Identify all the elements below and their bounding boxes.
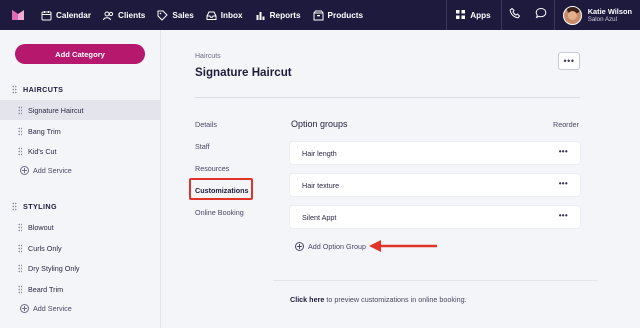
drag-handle-icon[interactable] <box>18 126 22 136</box>
service-item[interactable]: Beard Trim <box>0 279 160 299</box>
reorder-link[interactable]: Reorder <box>553 120 579 129</box>
preview-link[interactable]: Click here <box>290 295 324 304</box>
nav-clients-label: Clients <box>118 10 146 20</box>
add-service-button[interactable]: Add Service <box>20 166 72 175</box>
plus-circle-icon <box>20 304 29 313</box>
top-nav: Calendar Clients Sales Inbox Reports Pro… <box>0 0 640 30</box>
nav-inbox-label: Inbox <box>220 10 243 20</box>
add-service-label: Add Service <box>33 166 72 175</box>
services-sidebar: Add Category HAIRCUTS Signature Haircut … <box>0 30 160 328</box>
more-options-button[interactable]: ••• <box>558 52 580 70</box>
phone-button[interactable] <box>502 0 528 30</box>
nav-calendar[interactable]: Calendar <box>35 0 97 30</box>
subnav-online-booking[interactable]: Online Booking <box>195 208 244 217</box>
drag-handle-icon[interactable] <box>18 105 22 115</box>
header-divider <box>195 97 580 98</box>
category-name: HAIRCUTS <box>23 85 64 94</box>
app-logo[interactable] <box>11 8 25 22</box>
annotation-arrow-icon <box>369 240 437 252</box>
subnav-details[interactable]: Details <box>195 120 217 129</box>
service-name: Signature Haircut <box>28 105 84 115</box>
avatar <box>562 5 582 25</box>
service-item[interactable]: Curls Only <box>0 238 160 258</box>
nav-products[interactable]: Products <box>307 0 370 30</box>
option-group-name: Silent Appt <box>302 212 337 222</box>
user-business: Salon Azul <box>587 15 617 23</box>
nav-products-label: Products <box>327 10 364 20</box>
option-group-name: Hair texture <box>302 180 340 190</box>
row-menu-icon[interactable]: ••• <box>559 179 568 188</box>
row-menu-icon[interactable]: ••• <box>559 147 568 156</box>
grid-icon <box>455 9 466 22</box>
category-name: STYLING <box>23 202 57 211</box>
nav-sales-label: Sales <box>172 10 194 20</box>
option-group-row[interactable]: Hair texture ••• <box>290 174 580 196</box>
add-category-button[interactable]: Add Category <box>15 44 145 64</box>
category-header-haircuts[interactable]: HAIRCUTS <box>12 85 63 94</box>
add-service-label: Add Service <box>33 304 72 313</box>
nav-calendar-label: Calendar <box>56 10 92 20</box>
page-title: Signature Haircut <box>195 66 292 79</box>
drag-handle-icon[interactable] <box>18 243 22 253</box>
service-name: Beard Trim <box>28 284 64 294</box>
row-menu-icon[interactable]: ••• <box>559 211 568 220</box>
nav-reports-label: Reports <box>269 10 301 20</box>
option-group-row[interactable]: Hair length ••• <box>290 142 580 164</box>
user-info: Katie Wilson Salon Azul <box>588 7 632 24</box>
add-option-group-button[interactable]: Add Option Group <box>295 242 366 251</box>
option-group-name: Hair length <box>302 148 337 158</box>
drag-handle-icon[interactable] <box>12 202 17 211</box>
calendar-icon <box>41 10 52 21</box>
user-name: Katie Wilson <box>587 6 632 16</box>
box-icon <box>313 10 324 21</box>
plus-circle-icon <box>295 242 304 251</box>
add-option-group-label: Add Option Group <box>308 242 366 251</box>
service-name: Dry Styling Only <box>28 263 80 273</box>
nav-apps[interactable]: Apps <box>447 9 500 22</box>
drag-handle-icon[interactable] <box>18 146 22 156</box>
service-item[interactable]: Kid's Cut <box>0 141 160 161</box>
breadcrumb[interactable]: Haircuts <box>195 53 221 60</box>
preview-note: Click here to preview customizations in … <box>290 295 467 304</box>
drag-handle-icon[interactable] <box>18 263 22 273</box>
chat-button[interactable] <box>528 0 554 30</box>
chat-bubble-icon <box>535 6 547 24</box>
service-name: Curls Only <box>28 243 62 253</box>
tag-icon <box>157 10 169 21</box>
service-item[interactable]: Bang Trim <box>0 121 160 141</box>
service-item[interactable]: Blowout <box>0 217 160 237</box>
ellipsis-icon: ••• <box>563 56 575 66</box>
drag-handle-icon[interactable] <box>18 284 22 294</box>
subnav-resources[interactable]: Resources <box>195 164 229 173</box>
drag-handle-icon[interactable] <box>18 222 22 232</box>
option-group-row[interactable]: Silent Appt ••• <box>290 206 580 228</box>
inbox-icon <box>206 10 217 21</box>
service-name: Kid's Cut <box>28 146 57 156</box>
subnav-staff[interactable]: Staff <box>195 142 210 151</box>
nav-right-group: Apps Katie Wilson Salon Azul <box>446 0 640 30</box>
phone-icon <box>509 6 521 24</box>
category-header-styling[interactable]: STYLING <box>12 202 57 211</box>
service-item[interactable]: Signature Haircut <box>0 100 160 120</box>
footer-divider <box>273 280 597 281</box>
nav-inbox[interactable]: Inbox <box>200 0 249 30</box>
preview-note-text: to preview customizations in online book… <box>324 295 467 304</box>
nav-clients[interactable]: Clients <box>97 0 151 30</box>
plus-circle-icon <box>20 166 29 175</box>
service-item[interactable]: Dry Styling Only <box>0 258 160 278</box>
clients-icon <box>103 10 114 21</box>
user-menu[interactable]: Katie Wilson Salon Azul <box>555 0 640 30</box>
service-name: Blowout <box>28 222 54 232</box>
nav-sales[interactable]: Sales <box>151 0 199 30</box>
section-title: Option groups <box>291 119 348 129</box>
service-detail-panel: Haircuts Signature Haircut ••• Details S… <box>161 30 640 328</box>
nav-apps-label: Apps <box>470 10 491 20</box>
highlight-box <box>189 178 253 200</box>
drag-handle-icon[interactable] <box>12 85 17 94</box>
service-name: Bang Trim <box>28 126 61 136</box>
nav-reports[interactable]: Reports <box>249 0 307 30</box>
add-service-button[interactable]: Add Service <box>20 304 72 313</box>
bar-chart-icon <box>255 10 266 21</box>
